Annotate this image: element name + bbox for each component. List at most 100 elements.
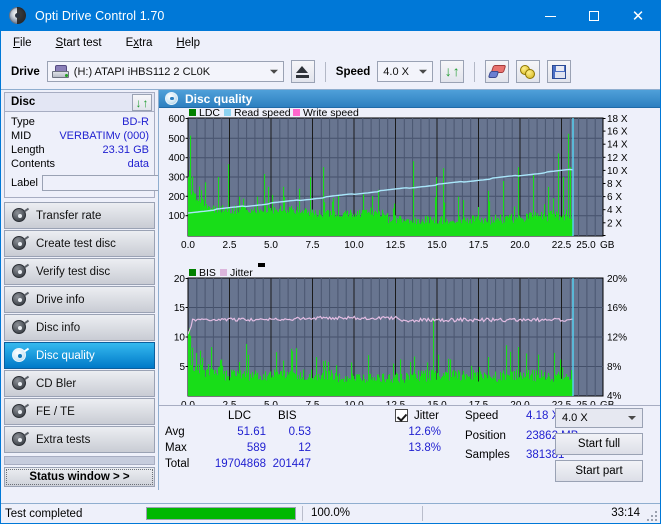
disc-icon xyxy=(11,347,30,364)
svg-text:12 X: 12 X xyxy=(607,153,628,164)
disc-info-box: Type BD-R MID VERBATIMv (000) Length 23.… xyxy=(4,112,244,198)
disc-icon xyxy=(9,7,27,25)
drive-icon xyxy=(51,65,69,78)
disc-icon xyxy=(11,375,30,392)
sidebar-item-label: Disc quality xyxy=(36,349,95,362)
disc-refresh-button[interactable]: ↓ ↑ xyxy=(132,94,152,111)
svg-text:12.5: 12.5 xyxy=(386,240,406,251)
svg-text:14 X: 14 X xyxy=(607,140,628,151)
disc-row-type: Type BD-R xyxy=(5,115,154,129)
disc-row-contents: Contents data xyxy=(5,157,154,171)
minimize-button[interactable] xyxy=(528,1,572,31)
sidebar-filler xyxy=(4,456,155,465)
stats-avg-ldc: 51.61 xyxy=(237,426,266,438)
jitter-checkbox[interactable] xyxy=(395,409,408,422)
sidebar-item-label: FE / TE xyxy=(36,405,75,418)
sidebar-item-transfer-rate[interactable]: Transfer rate xyxy=(4,202,155,229)
refresh-button[interactable]: ↓ ↑ xyxy=(440,60,465,83)
resize-grip-icon[interactable] xyxy=(647,511,657,521)
toolbar-divider-2 xyxy=(474,61,476,82)
disc-value-mid: VERBATIMv (000) xyxy=(59,130,149,142)
sidebar-item-extra-tests[interactable]: Extra tests xyxy=(4,426,155,453)
disc-key-type: Type xyxy=(11,116,35,128)
close-icon: ✕ xyxy=(631,6,645,25)
svg-text:16%: 16% xyxy=(607,303,627,314)
stats-header-jitter: Jitter xyxy=(414,410,439,422)
sidebar-nav: Transfer rate Create test disc Verify te… xyxy=(4,202,155,453)
legend-bis: BIS xyxy=(199,267,216,279)
disc-icon xyxy=(11,319,30,336)
disc-icon xyxy=(11,235,30,252)
svg-text:0.0: 0.0 xyxy=(181,240,195,251)
svg-text:10 X: 10 X xyxy=(607,166,628,177)
menu-file[interactable]: File xyxy=(11,35,34,51)
window-title: Opti Drive Control 1.70 xyxy=(35,9,165,23)
stats-row-label-max: Max xyxy=(165,442,187,454)
disc-row-mid: MID VERBATIMv (000) xyxy=(5,129,154,143)
legend-read-speed: Read speed xyxy=(234,108,291,119)
legend-ldc: LDC xyxy=(199,108,220,119)
coins-button[interactable] xyxy=(516,60,541,83)
test-speed-select[interactable]: 4.0 X xyxy=(555,408,643,428)
menu-extra[interactable]: Extra xyxy=(124,35,155,51)
drive-select-value: (H:) ATAPI iHBS112 2 CL0K xyxy=(73,65,211,78)
disc-icon xyxy=(11,291,30,308)
top-chart-y2-labels: 18 X 16 X 14 X 12 X 10 X 8 X 6 X 4 X 2 X xyxy=(607,114,628,229)
sidebar-item-verify-test-disc[interactable]: Verify test disc xyxy=(4,258,155,285)
disc-key-mid: MID xyxy=(11,130,32,142)
speed-select[interactable]: 4.0 X xyxy=(377,61,434,82)
svg-text:5.0: 5.0 xyxy=(264,240,278,251)
bottom-chart-y2-labels: 20% 16% 12% 8% 4% xyxy=(607,274,627,402)
sidebar-item-label: Drive info xyxy=(36,293,85,306)
window-controls: ✕ xyxy=(528,1,660,31)
eject-button[interactable] xyxy=(290,60,315,83)
svg-text:500: 500 xyxy=(168,134,185,145)
drive-select[interactable]: (H:) ATAPI iHBS112 2 CL0K xyxy=(46,61,284,82)
content-panel: Disc quality LDC Read speed Write speed … xyxy=(158,90,660,491)
stats-max-bis: 12 xyxy=(298,442,311,454)
svg-text:16 X: 16 X xyxy=(607,127,628,138)
main-area: Disc ↓ ↑ Type BD-R MID VERBATIMv (000) Le… xyxy=(1,90,660,491)
stats-max-jitter: 13.8% xyxy=(408,442,441,454)
disc-panel-title: Disc xyxy=(11,96,36,108)
svg-text:100: 100 xyxy=(168,211,185,222)
progress-bar xyxy=(146,507,296,520)
chevron-down-icon xyxy=(419,69,428,74)
svg-text:20%: 20% xyxy=(607,274,627,285)
stats-total-bis: 201447 xyxy=(272,458,311,470)
stats-position-label: Position xyxy=(465,430,506,442)
sidebar-item-create-test-disc[interactable]: Create test disc xyxy=(4,230,155,257)
sidebar-item-label: Disc info xyxy=(36,321,81,334)
svg-text:8%: 8% xyxy=(607,362,622,373)
svg-text:400: 400 xyxy=(168,153,185,164)
charts-container: LDC Read speed Write speed 600 500 400 3… xyxy=(159,108,660,491)
save-icon xyxy=(552,64,567,79)
sidebar-item-disc-info[interactable]: Disc info xyxy=(4,314,155,341)
start-part-button[interactable]: Start part xyxy=(555,460,643,482)
sidebar-item-disc-quality[interactable]: Disc quality xyxy=(4,342,155,369)
test-speed-value: 4.0 X xyxy=(562,412,588,424)
sidebar-item-drive-info[interactable]: Drive info xyxy=(4,286,155,313)
stats-panel: LDC BIS Jitter Avg 51.61 0.53 12.6% Max … xyxy=(159,405,660,491)
legend-jitter: Jitter xyxy=(230,267,253,279)
legend-marker xyxy=(258,263,265,267)
maximize-button[interactable] xyxy=(572,1,616,31)
svg-text:17.5: 17.5 xyxy=(469,240,489,251)
svg-text:7.5: 7.5 xyxy=(306,240,320,251)
sidebar-item-label: Extra tests xyxy=(36,433,91,446)
start-full-button[interactable]: Start full xyxy=(555,433,643,455)
sidebar-item-label: Verify test disc xyxy=(36,265,111,278)
sidebar-item-label: CD Bler xyxy=(36,377,77,390)
menu-help[interactable]: Help xyxy=(174,35,202,51)
erase-button[interactable] xyxy=(485,60,510,83)
svg-text:600: 600 xyxy=(168,114,185,125)
svg-text:200: 200 xyxy=(168,192,185,203)
sidebar-item-fe-te[interactable]: FE / TE xyxy=(4,398,155,425)
svg-text:20: 20 xyxy=(174,274,186,285)
menu-start-test[interactable]: Start test xyxy=(54,35,104,51)
disc-row-length: Length 23.31 GB xyxy=(5,143,154,157)
save-button[interactable] xyxy=(547,60,572,83)
close-button[interactable]: ✕ xyxy=(616,1,660,31)
sidebar-item-cd-bler[interactable]: CD Bler xyxy=(4,370,155,397)
status-window-button[interactable]: Status window > > xyxy=(4,467,155,487)
